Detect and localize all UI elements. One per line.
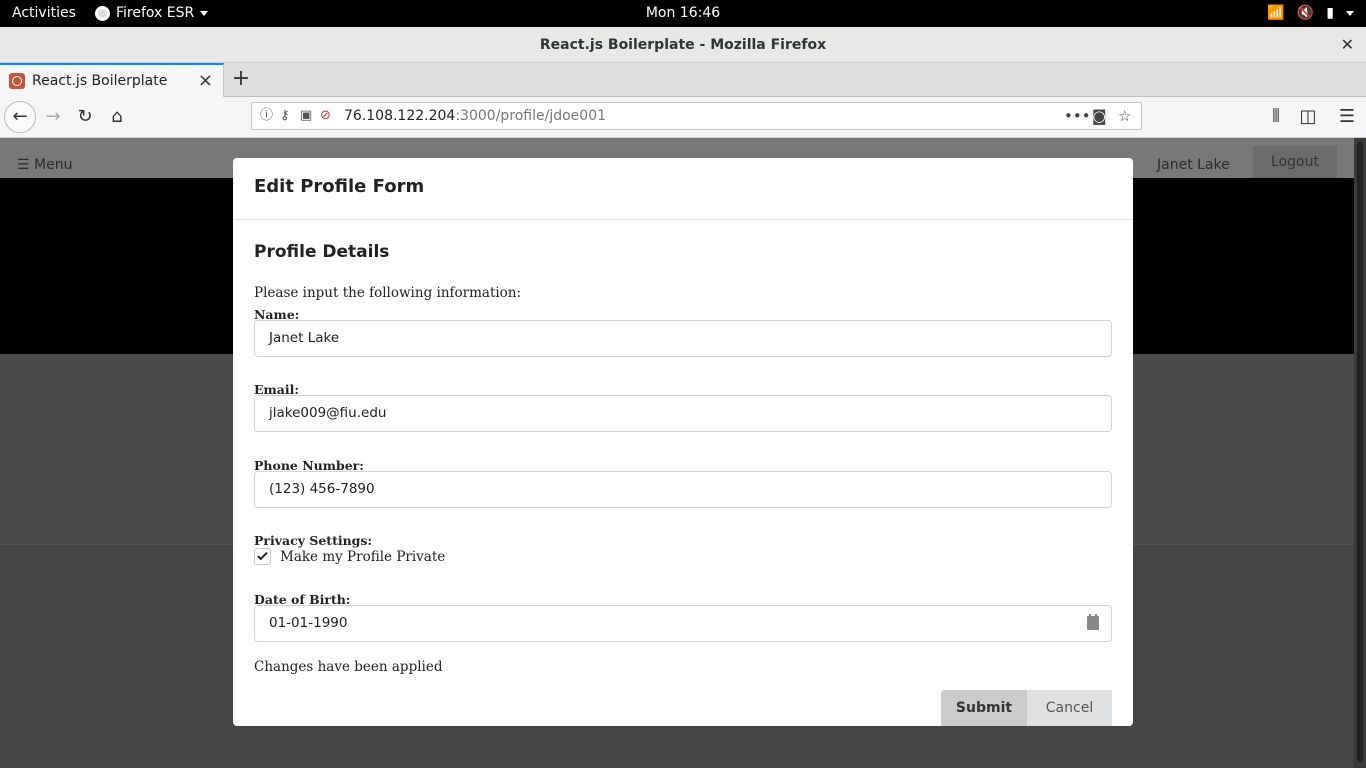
url-bar[interactable]: ⓘ ⚷ ▣ ⊘ 76.108.122.204:3000/profile/jdoe…	[251, 102, 1142, 130]
window-close-icon[interactable]: ✕	[1341, 27, 1354, 63]
url-text[interactable]: 76.108.122.204:3000/profile/jdoe001	[344, 103, 606, 129]
section-title: Profile Details	[254, 242, 390, 262]
menu-label: Menu	[34, 157, 73, 173]
menu-button[interactable]: ☰ Menu	[17, 157, 72, 173]
logout-button[interactable]: Logout	[1253, 146, 1337, 178]
status-message: Changes have been applied	[254, 659, 443, 675]
name-field[interactable]: Janet Lake	[254, 320, 1112, 357]
chevron-down-icon	[200, 10, 209, 16]
home-icon[interactable]: ⌂	[103, 103, 131, 131]
navigation-toolbar: ← → ↻ ⌂ ⓘ ⚷ ▣ ⊘ 76.108.122.204:3000/prof…	[0, 97, 1366, 138]
info-icon[interactable]: ⓘ	[260, 103, 273, 129]
intro-text: Please input the following information:	[254, 285, 522, 301]
user-name[interactable]: Janet Lake	[1157, 157, 1230, 173]
insecure-icon[interactable]: ⊘	[320, 103, 331, 129]
permissions-icon[interactable]: ▣	[300, 103, 312, 129]
calendar-icon[interactable]	[1087, 614, 1099, 630]
clock[interactable]: Mon 16:46	[646, 5, 720, 21]
system-top-bar: Activities Firefox ESR Mon 16:46 📶 🔇 ▮	[0, 0, 1366, 27]
dob-field[interactable]: 01-01-1990	[254, 605, 1112, 642]
url-host: 76.108.122.204	[344, 108, 456, 124]
new-tab-icon[interactable]: +	[229, 66, 253, 92]
dob-value: 01-01-1990	[269, 615, 348, 631]
window-title: React.js Boilerplate - Mozilla Firefox	[539, 37, 827, 53]
modal-header: Edit Profile Form	[233, 158, 1133, 220]
page-scrollbar[interactable]	[1354, 138, 1366, 768]
cancel-button[interactable]: Cancel	[1027, 690, 1112, 726]
privacy-checkbox-label[interactable]: Make my Profile Private	[280, 549, 445, 565]
chevron-down-icon	[1346, 10, 1354, 16]
library-icon[interactable]: ⫴	[1262, 103, 1290, 131]
wifi-icon: 📶	[1267, 5, 1285, 21]
tab-react-boilerplate[interactable]: React.js Boilerplate ×	[0, 63, 224, 97]
edit-profile-modal: Edit Profile Form Profile Details Please…	[233, 158, 1133, 726]
tab-bar: React.js Boilerplate × +	[0, 63, 1366, 97]
checkmark-icon	[257, 549, 268, 561]
privacy-checkbox[interactable]	[254, 548, 271, 565]
hamburger-icon: ☰	[17, 157, 30, 173]
battery-icon: ▮	[1326, 5, 1334, 21]
firefox-icon	[95, 5, 110, 21]
activities-button[interactable]: Activities	[12, 5, 76, 21]
sidebar-icon[interactable]: ◫	[1294, 103, 1322, 131]
url-path: :3000/profile/jdoe001	[455, 108, 607, 124]
modal-title: Edit Profile Form	[254, 176, 425, 197]
app-menu-label: Firefox ESR	[116, 5, 195, 21]
window-titlebar: React.js Boilerplate - Mozilla Firefox ✕	[0, 27, 1366, 63]
hamburger-menu-icon[interactable]: ☰	[1333, 103, 1361, 131]
forward-arrow-icon[interactable]: →	[39, 103, 67, 131]
more-actions-icon[interactable]: •••	[1064, 103, 1091, 129]
privacy-label: Privacy Settings:	[254, 533, 373, 548]
volume-muted-icon: 🔇	[1296, 5, 1315, 21]
reload-icon[interactable]: ↻	[71, 103, 99, 131]
system-tray[interactable]: 📶 🔇 ▮	[1267, 5, 1354, 21]
bookmark-star-icon[interactable]: ☆	[1118, 103, 1131, 129]
back-arrow-icon[interactable]: ←	[4, 101, 36, 133]
app-menu[interactable]: Firefox ESR	[95, 5, 209, 21]
key-icon[interactable]: ⚷	[280, 103, 290, 129]
phone-field[interactable]: (123) 456-7890	[254, 471, 1112, 508]
pocket-icon[interactable]: ◙	[1092, 103, 1107, 129]
tab-close-icon[interactable]: ×	[198, 70, 213, 91]
scrollbar-thumb[interactable]	[1357, 142, 1363, 762]
tab-title: React.js Boilerplate	[32, 73, 168, 89]
email-field[interactable]: jlake009@fiu.edu	[254, 395, 1112, 432]
react-favicon-icon	[9, 73, 25, 89]
privacy-checkbox-row[interactable]: Make my Profile Private	[254, 548, 445, 565]
submit-button[interactable]: Submit	[941, 690, 1027, 726]
